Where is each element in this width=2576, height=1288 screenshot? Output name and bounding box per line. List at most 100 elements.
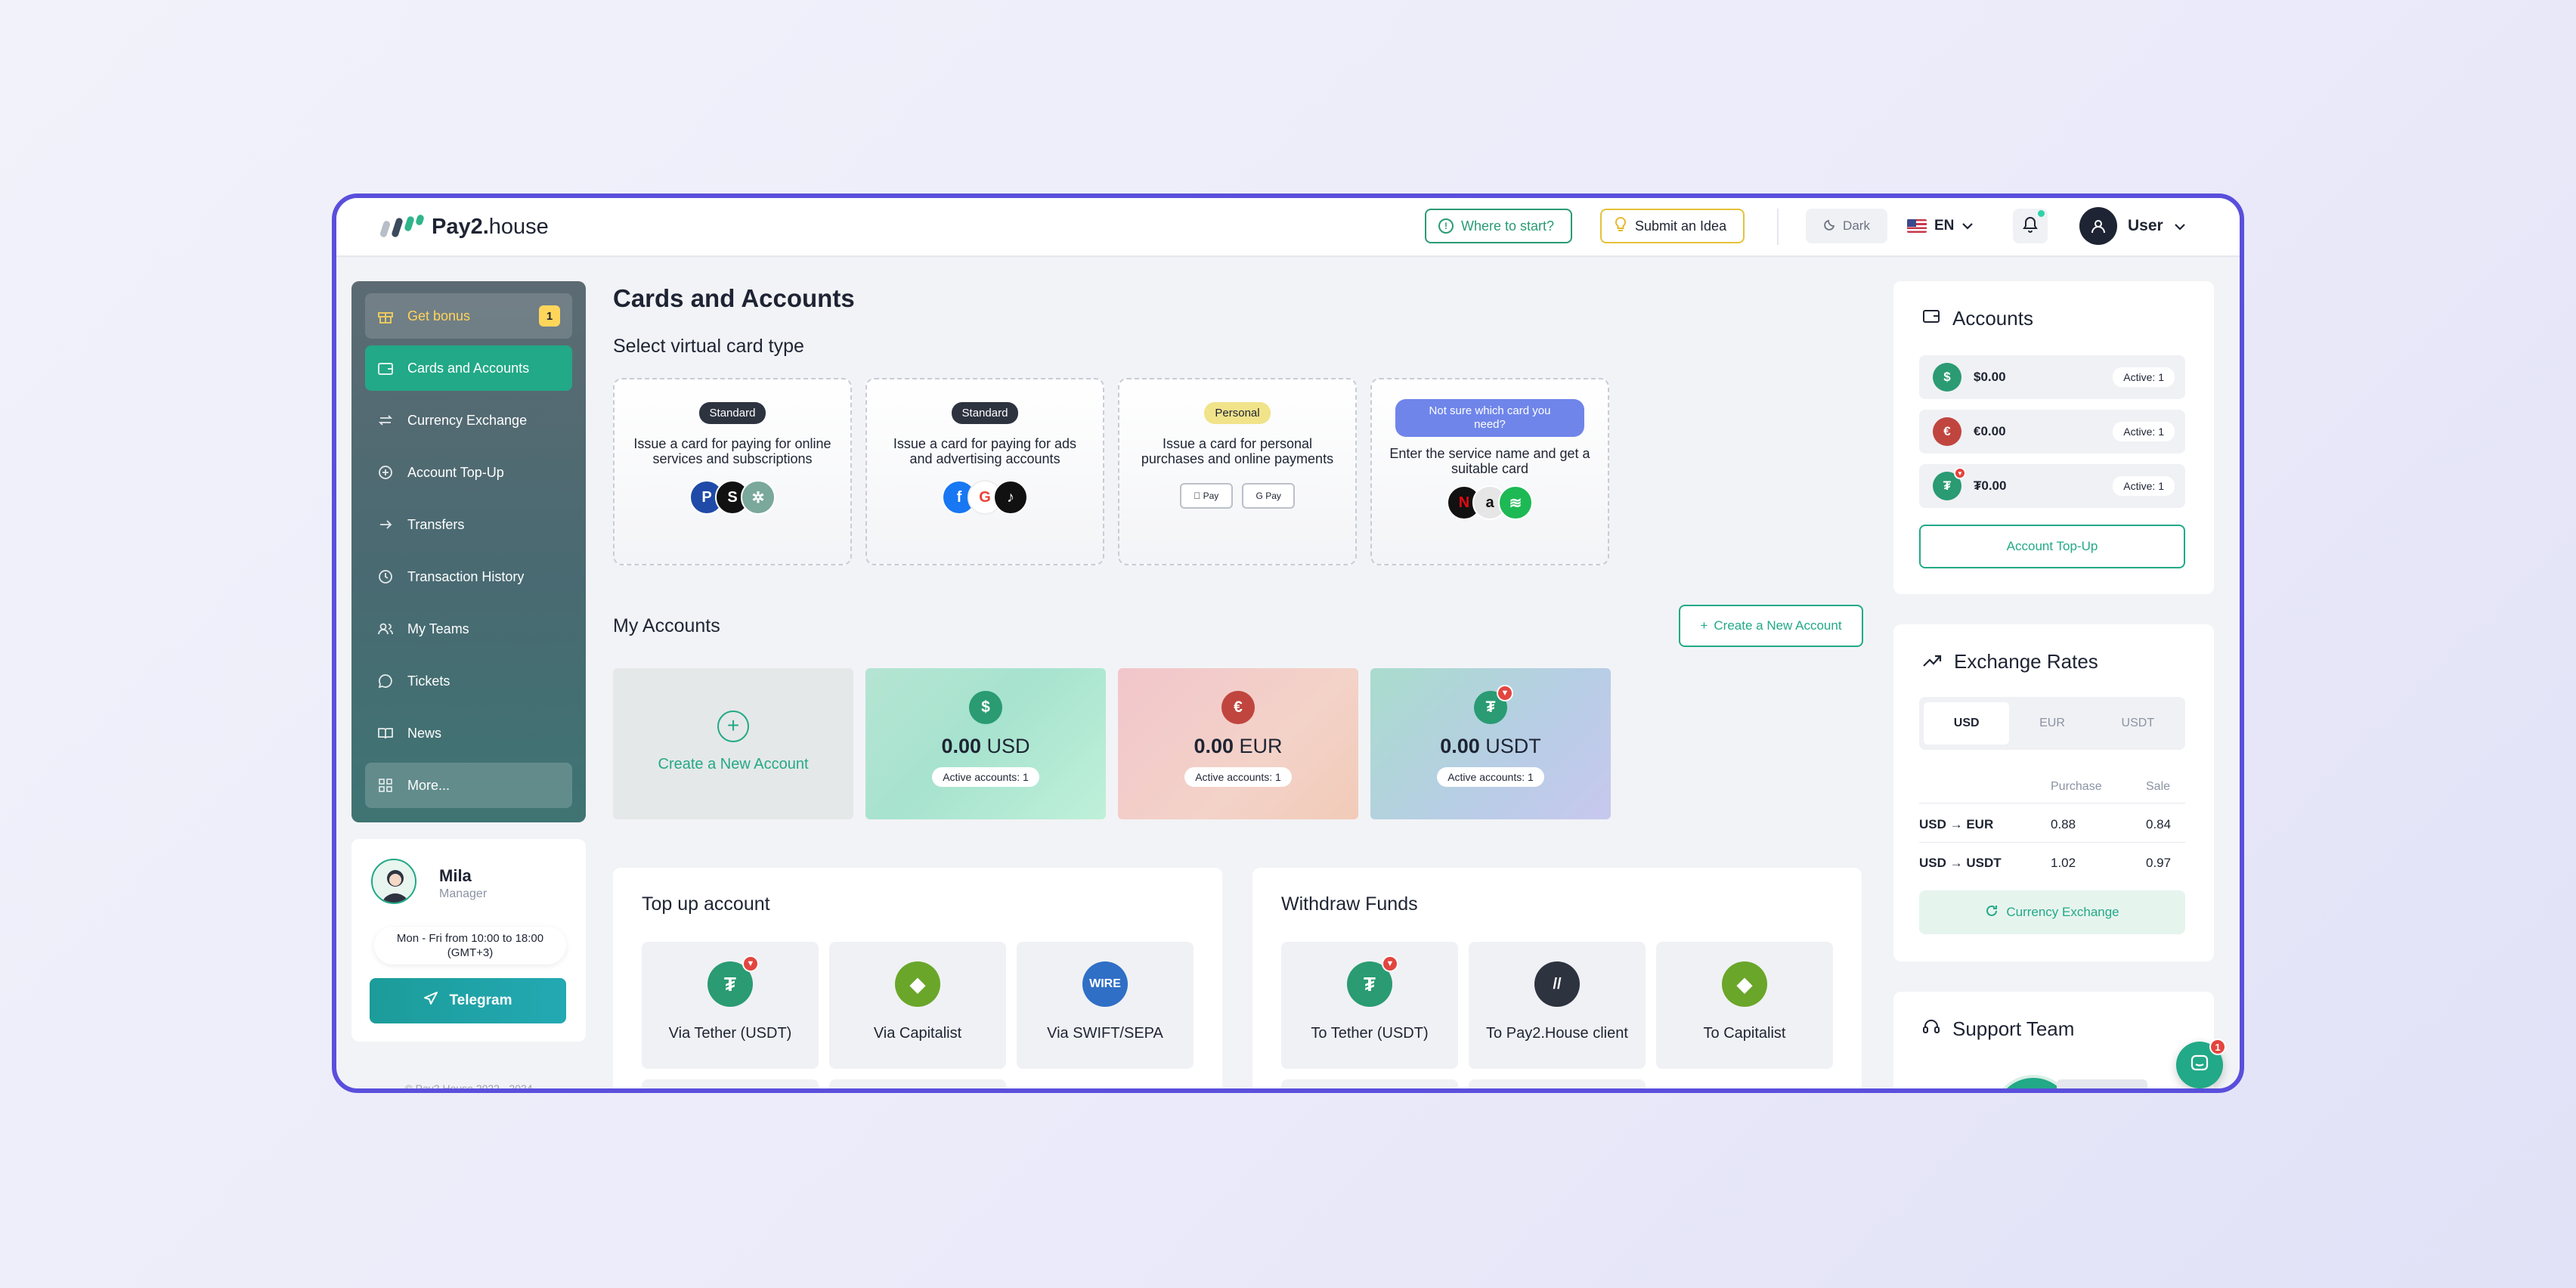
chat-icon (2190, 1054, 2209, 1077)
sale-header: Sale (2146, 780, 2171, 793)
currency-exchange-label: Currency Exchange (2006, 905, 2119, 919)
top-up-swift-tile[interactable]: WIRE Via SWIFT/SEPA (1017, 942, 1194, 1069)
headset-icon (1922, 1017, 1940, 1041)
sidebar-item-account-top-up[interactable]: Account Top-Up (365, 450, 572, 495)
top-bar: Pay2.house ! Where to start? Submit an I… (336, 198, 2240, 257)
tile-placeholder (1469, 1079, 1646, 1088)
withdraw-tether-tile[interactable]: ₮ ▼ To Tether (USDT) (1281, 942, 1458, 1069)
sidebar-item-my-teams[interactable]: My Teams (365, 606, 572, 652)
account-row-usdt[interactable]: ₮ ▼ ₮0.00 Active: 1 (1919, 464, 2185, 508)
account-balance: 0.00 EUR (1194, 735, 1283, 757)
tab-usd[interactable]: USD (1924, 702, 2010, 745)
currency-exchange-button[interactable]: Currency Exchange (1919, 890, 2185, 934)
sidebar-item-tickets[interactable]: Tickets (365, 658, 572, 704)
dollar-icon: $ (969, 691, 1002, 724)
account-amount: ₮0.00 (1974, 478, 2007, 493)
exchange-rates-widget: Exchange Rates USD EUR USDT Purchase Sal… (1893, 624, 2214, 961)
manager-role: Manager (439, 887, 488, 900)
chat-widget-button[interactable]: 1 (2176, 1039, 2226, 1088)
sidebar-item-label: My Teams (407, 621, 469, 636)
account-row-usd[interactable]: $ $0.00 Active: 1 (1919, 355, 2185, 399)
dark-mode-toggle[interactable]: Dark (1806, 209, 1887, 243)
tile-placeholder (1281, 1079, 1458, 1088)
active-accounts-chip: Active accounts: 1 (1184, 767, 1292, 787)
account-card-usdt[interactable]: ₮ ▼ 0.00 USDT Active accounts: 1 (1370, 668, 1611, 819)
tab-usdt[interactable]: USDT (2095, 702, 2181, 745)
account-top-up-button[interactable]: Account Top-Up (1919, 525, 2185, 568)
exchange-arrows-icon (377, 412, 394, 429)
withdraw-pay2house-tile[interactable]: // To Pay2.House client (1469, 942, 1646, 1069)
chat-unread-badge: 1 (2209, 1039, 2226, 1055)
support-placeholder (2057, 1079, 2147, 1088)
card-type-pill: Personal (1204, 402, 1271, 424)
card-type-description: Enter the service name and get a suitabl… (1389, 446, 1590, 476)
where-to-start-button[interactable]: ! Where to start? (1425, 209, 1573, 243)
language-selector[interactable]: EN (1907, 209, 1974, 243)
plus-circle-icon: + (717, 711, 749, 742)
notifications-button[interactable] (2013, 209, 2048, 243)
rate-purchase: 0.88 (2051, 817, 2076, 831)
brand-logo[interactable]: Pay2.house (374, 210, 549, 243)
book-icon (377, 725, 394, 742)
account-row-eur[interactable]: € €0.00 Active: 1 (1919, 410, 2185, 454)
sidebar-item-transaction-history[interactable]: Transaction History (365, 554, 572, 599)
sidebar-item-get-bonus[interactable]: Get bonus 1 (365, 293, 572, 339)
user-avatar-icon (2079, 207, 2117, 245)
support-team-widget: Support Team (1893, 992, 2214, 1088)
account-card-eur[interactable]: € 0.00 EUR Active accounts: 1 (1118, 668, 1358, 819)
tab-eur[interactable]: EUR (2009, 702, 2095, 745)
card-type-pill: Standard (698, 402, 766, 424)
bell-icon (2023, 216, 2038, 237)
info-icon: ! (1438, 218, 1454, 234)
card-type-advertising[interactable]: Standard Issue a card for paying for ads… (865, 378, 1104, 565)
top-up-tether-tile[interactable]: ₮ ▼ Via Tether (USDT) (642, 942, 819, 1069)
card-type-finder[interactable]: Not sure which card you need? Enter the … (1370, 378, 1609, 565)
tile-label: Via SWIFT/SEPA (1047, 1025, 1163, 1042)
sidebar-nav: Get bonus 1 Cards and Accounts Currency … (351, 281, 586, 822)
account-amount: $0.00 (1974, 370, 2006, 384)
send-icon (423, 991, 438, 1011)
card-type-description: Issue a card for personal purchases and … (1141, 436, 1334, 466)
tile-label: To Pay2.House client (1486, 1025, 1628, 1042)
sidebar-item-label: Transfers (407, 516, 465, 532)
moon-icon (1823, 218, 1837, 235)
section-title-my-accounts: My Accounts (613, 615, 720, 636)
users-icon (377, 621, 394, 637)
notification-dot (2038, 210, 2045, 217)
submit-idea-label: Submit an Idea (1635, 218, 1727, 234)
create-new-account-button[interactable]: + Create a New Account (1679, 605, 1863, 647)
create-account-card[interactable]: + Create a New Account (613, 668, 853, 819)
active-chip: Active: 1 (2113, 367, 2175, 387)
dollar-icon: $ (1933, 363, 1961, 392)
card-type-personal[interactable]: Personal Issue a card for personal purch… (1118, 378, 1357, 565)
rate-pair: USD → USDT (1919, 856, 2002, 870)
account-card-usd[interactable]: $ 0.00 USD Active accounts: 1 (865, 668, 1106, 819)
top-up-capitalist-tile[interactable]: ◆ Via Capitalist (829, 942, 1006, 1069)
sidebar-item-news[interactable]: News (365, 711, 572, 756)
logo-mark-icon (374, 212, 427, 242)
pay2house-logo-icon: // (1534, 961, 1580, 1007)
sidebar-item-more[interactable]: More... (365, 763, 572, 808)
exchange-rates-title: Exchange Rates (1922, 650, 2098, 673)
user-menu[interactable]: User (2079, 207, 2186, 245)
sidebar-item-label: Get bonus (407, 308, 471, 324)
refresh-icon (1985, 904, 1999, 921)
submit-idea-button[interactable]: Submit an Idea (1600, 209, 1745, 243)
sidebar-item-cards-and-accounts[interactable]: Cards and Accounts (365, 345, 572, 391)
divider (1919, 842, 2185, 843)
chat-bubble-icon (377, 673, 394, 689)
sidebar-item-label: Account Top-Up (407, 464, 504, 480)
copyright-text: © Pay2.House 2022 - 2024 (404, 1082, 533, 1093)
telegram-button[interactable]: Telegram (370, 978, 566, 1023)
google-pay-icon: G Pay (1242, 483, 1296, 509)
sidebar-item-currency-exchange[interactable]: Currency Exchange (365, 398, 572, 443)
lightbulb-icon (1614, 216, 1627, 237)
tether-icon: ₮ ▼ (1347, 955, 1398, 1007)
sidebar-item-label: Cards and Accounts (407, 360, 530, 376)
card-type-subscriptions[interactable]: Standard Issue a card for paying for onl… (613, 378, 852, 565)
withdraw-capitalist-tile[interactable]: ◆ To Capitalist (1656, 942, 1833, 1069)
sidebar-item-label: More... (407, 777, 450, 793)
rate-purchase: 1.02 (2051, 856, 2076, 870)
sidebar-item-transfers[interactable]: Transfers (365, 502, 572, 547)
wallet-icon (377, 360, 394, 376)
